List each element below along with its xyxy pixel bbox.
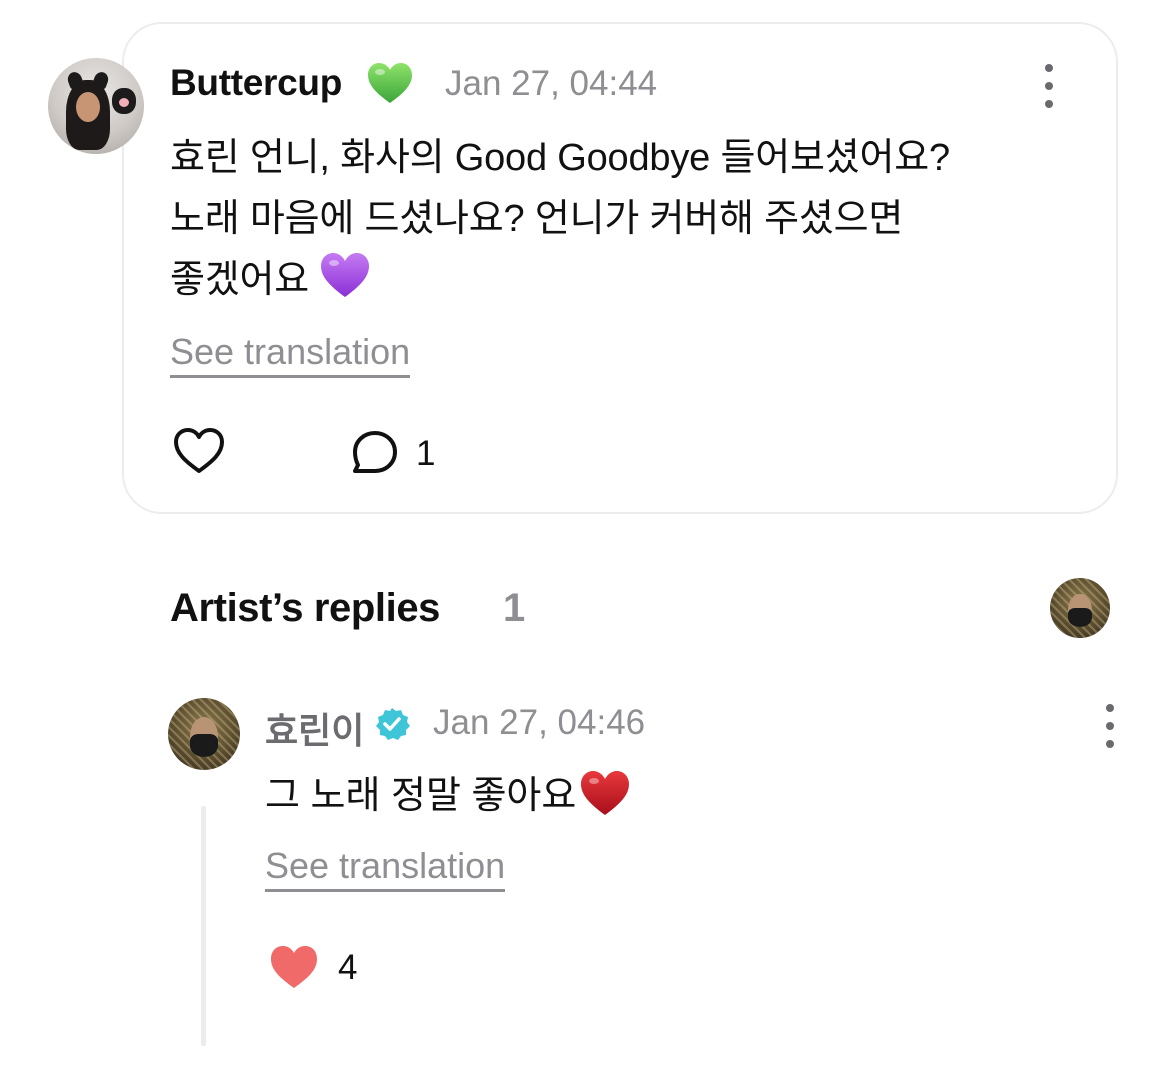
reply-body: 그 노래 정말 좋아요	[265, 768, 632, 821]
verified-badge-icon	[376, 708, 410, 740]
comment-line-2: 노래 마음에 드셨나요? 언니가 커버해 주셨으면	[170, 198, 904, 240]
more-vertical-icon[interactable]	[1103, 704, 1117, 748]
comment-line-3: 좋겠어요	[170, 259, 310, 301]
red-heart-emoji	[581, 771, 630, 815]
comment-body: 효린 언니, 화사의 Good Goodbye 들어보셨어요? 노래 마음에 드…	[170, 128, 1090, 311]
commenter-avatar[interactable]	[48, 58, 144, 154]
comment-timestamp: Jan 27, 04:44	[445, 64, 658, 103]
artist-replies-count: 1	[503, 586, 526, 630]
artist-name[interactable]: 효린이	[265, 702, 364, 754]
commenter-name[interactable]: Buttercup	[170, 62, 342, 104]
heart-outline-icon[interactable]	[172, 426, 226, 476]
see-translation-link[interactable]: See translation	[170, 332, 411, 378]
reply-text: 그 노래 정말 좋아요	[265, 775, 577, 817]
purple-heart-emoji	[321, 253, 370, 297]
artist-avatar-small[interactable]	[1050, 578, 1110, 638]
see-translation-link[interactable]: See translation	[265, 846, 506, 892]
heart-filled-icon[interactable]	[267, 942, 321, 992]
more-vertical-icon[interactable]	[1042, 64, 1056, 108]
like-count: 4	[338, 948, 358, 987]
page: Buttercup Jan 27, 04:44 효린 언니, 화사의 Good …	[0, 0, 1170, 1072]
reply-timestamp: Jan 27, 04:46	[433, 703, 646, 742]
comment-line-3-wrap: 좋겠어요	[170, 250, 1090, 311]
artist-avatar[interactable]	[168, 698, 240, 770]
green-heart-emoji	[368, 63, 412, 103]
comment-bubble-icon[interactable]	[350, 428, 400, 478]
artist-replies-title: Artist’s replies	[170, 586, 441, 630]
comment-count: 1	[416, 434, 436, 473]
comment-line-1: 효린 언니, 화사의 Good Goodbye 들어보셨어요?	[170, 137, 950, 179]
thread-line	[201, 806, 206, 1046]
